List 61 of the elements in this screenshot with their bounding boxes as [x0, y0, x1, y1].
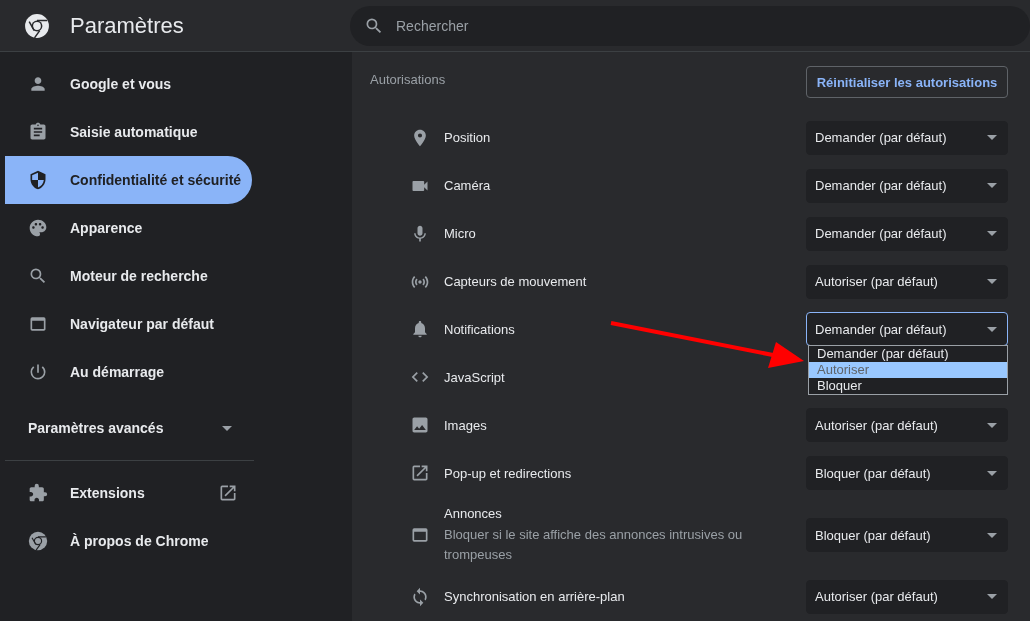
permission-select[interactable]: Autoriser (par défaut) — [806, 264, 1008, 299]
sidebar-item[interactable]: Moteur de recherche — [5, 252, 252, 300]
caret-icon — [987, 594, 997, 600]
permission-select[interactable]: Bloquer (par défaut) — [806, 518, 1008, 553]
caret-icon — [987, 327, 997, 332]
permission-label: Micro — [444, 226, 476, 242]
permission-select[interactable]: Autoriser (par défaut) — [806, 579, 1008, 614]
sidebar-icon — [28, 362, 48, 382]
permission-select[interactable]: Demander (par défaut) — [806, 168, 1008, 203]
permission-description: Bloquer si le site affiche des annonces intrusives ou trompeuses — [444, 525, 744, 564]
chrome-logo-icon — [28, 531, 48, 551]
page-title: Paramètres — [70, 12, 184, 39]
permission-label: Annonces — [444, 505, 502, 521]
sidebar-item[interactable]: Au démarrage — [5, 348, 252, 396]
permission-label: JavaScript — [444, 369, 505, 385]
permission-select[interactable]: Demander (par défaut) — [806, 216, 1008, 251]
permission-label: Images — [444, 417, 487, 433]
permission-label: Caméra — [444, 178, 491, 194]
sidebar-item[interactable]: Saisie automatique — [5, 108, 252, 156]
permission-label: Pop-up et redirections — [444, 465, 572, 481]
caret-icon — [987, 183, 997, 189]
caret-icon — [987, 135, 997, 141]
caret-icon — [987, 231, 997, 237]
caret-icon — [987, 532, 997, 538]
permission-icon — [410, 319, 430, 340]
permission-icon — [410, 415, 430, 436]
permission-select[interactable]: Bloquer (par défaut) — [806, 456, 1008, 491]
sidebar-icon — [28, 122, 48, 142]
caret-icon — [222, 425, 232, 431]
sidebar-icon — [28, 314, 48, 334]
permission-select[interactable]: Demander (par défaut) — [806, 120, 1008, 155]
search-field[interactable]: Rechercher — [350, 5, 1030, 46]
external-link-icon — [218, 483, 238, 503]
dropdown-option[interactable]: Bloquer — [809, 377, 1007, 394]
caret-icon — [987, 470, 997, 476]
dropdown-option[interactable]: Autoriser — [809, 361, 1007, 378]
puzzle-icon — [28, 483, 48, 503]
permission-select[interactable]: Demander (par défaut) — [806, 312, 1008, 347]
sidebar-item[interactable]: Apparence — [5, 204, 252, 252]
sidebar-icon — [28, 266, 48, 286]
sidebar-item[interactable]: Extensions — [5, 469, 252, 517]
sidebar-icon — [28, 218, 48, 238]
caret-icon — [987, 279, 997, 285]
dropdown-option[interactable]: Demander (par défaut) — [809, 345, 1007, 362]
sidebar-icon — [28, 170, 48, 190]
sidebar-item[interactable]: Confidentialité et sécurité — [5, 156, 252, 204]
chrome-logo-icon — [24, 12, 50, 39]
sidebar-item[interactable]: Google et vous — [5, 60, 252, 108]
section-title: Autorisations — [370, 72, 446, 87]
permission-icon — [410, 586, 430, 607]
sidebar-item[interactable]: À propos de Chrome — [5, 517, 252, 565]
advanced-toggle[interactable]: Paramètres avancés — [5, 404, 252, 452]
permission-select[interactable]: Autoriser (par défaut) — [806, 408, 1008, 443]
caret-icon — [987, 422, 997, 428]
reset-button[interactable]: Réinitialiser les autorisations — [806, 66, 1008, 98]
permission-label: Capteurs de mouvement — [444, 274, 587, 290]
permission-label: Position — [444, 130, 491, 146]
permission-icon — [410, 463, 430, 484]
sidebar-item[interactable]: Navigateur par défaut — [5, 300, 252, 348]
permission-label: Synchronisation en arrière-plan — [444, 589, 625, 605]
permission-label: Notifications — [444, 322, 515, 337]
